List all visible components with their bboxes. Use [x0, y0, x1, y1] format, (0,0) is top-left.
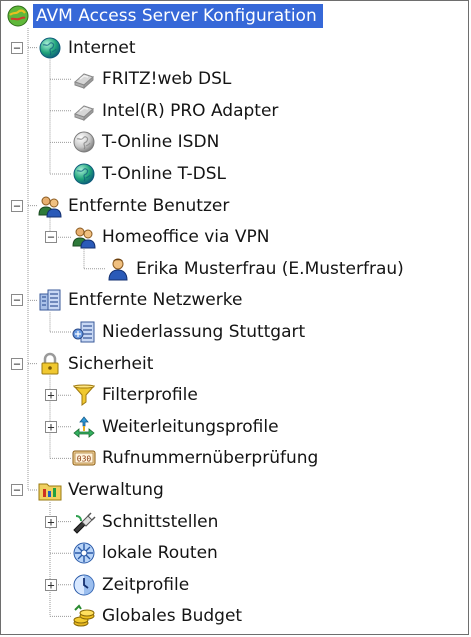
tree-node-label[interactable]: Niederlassung Stuttgart [99, 320, 308, 344]
tree-node-t-online-isdn[interactable]: T-Online ISDN [1, 127, 468, 157]
tree-node-label[interactable]: Internet [65, 36, 139, 60]
config-tree[interactable]: AVM Access Server Konfiguration − Interne… [0, 0, 469, 635]
collapse-toggle[interactable]: − [11, 199, 23, 212]
interfaces-icon [72, 510, 96, 534]
tree-node-zeitprofile[interactable]: + Zeitprofile [1, 570, 468, 600]
tree-node-label[interactable]: Zeitprofile [99, 573, 192, 597]
tree-node-t-online-t-dsl[interactable]: T-Online T-DSL [1, 159, 468, 189]
tree-node-label[interactable]: T-Online T-DSL [99, 162, 229, 186]
tree-node-label[interactable]: Rufnummernüberprüfung [99, 446, 321, 470]
users-icon [38, 194, 62, 218]
buildings-icon [38, 288, 62, 312]
time-profile-icon [72, 573, 96, 597]
tree-node-erika-musterfrau-e-musterfrau[interactable]: Erika Musterfrau (E.Musterfrau) [1, 254, 468, 284]
tree-node-label[interactable]: Erika Musterfrau (E.Musterfrau) [133, 257, 407, 281]
tree-node-label[interactable]: Homeoffice via VPN [99, 225, 272, 249]
tree-node-label[interactable]: Verwaltung [65, 478, 167, 502]
tree-node-label[interactable]: FRITZ!web DSL [99, 67, 234, 91]
tree-node-niederlassung-stuttgart[interactable]: Niederlassung Stuttgart [1, 317, 468, 347]
tree-node-filterprofile[interactable]: + Filterprofile [1, 380, 468, 410]
tree-node-entfernte-benutzer[interactable]: − Entfernte Benutzer [1, 191, 468, 221]
tree-node-entfernte-netzwerke[interactable]: − Entfernte Netzwerke [1, 285, 468, 315]
tree-node-intel-r-pro-adapter[interactable]: Intel(R) PRO Adapter [1, 96, 468, 126]
expand-toggle[interactable]: + [45, 515, 57, 528]
globe-icon [38, 36, 62, 60]
tree-node-label[interactable]: Schnittstellen [99, 510, 221, 534]
tree-node-rufnummernüberprüfung[interactable]: 030 Rufnummernüberprüfung [1, 443, 468, 473]
routes-icon [72, 541, 96, 565]
globe-icon [72, 162, 96, 186]
tree-node-fritz-web-dsl[interactable]: FRITZ!web DSL [1, 64, 468, 94]
collapse-toggle[interactable]: − [45, 231, 57, 244]
collapse-toggle[interactable]: − [11, 294, 23, 307]
tree-node-homeoffice-via-vpn[interactable]: − Homeoffice via VPN [1, 222, 468, 252]
tree-node-lokale-routen[interactable]: lokale Routen [1, 538, 468, 568]
tree-node-label[interactable]: Intel(R) PRO Adapter [99, 99, 281, 123]
filter-funnel-icon [72, 383, 96, 407]
forwarding-arrows-icon [72, 415, 96, 439]
network-adapter-gray-icon [72, 67, 96, 91]
admin-folder-icon [38, 478, 62, 502]
tree-node-schnittstellen[interactable]: + Schnittstellen [1, 507, 468, 537]
tree-node-label[interactable]: Filterprofile [99, 383, 201, 407]
avm-globe-icon [6, 4, 30, 28]
users-icon [72, 225, 96, 249]
tree-node-label[interactable]: lokale Routen [99, 541, 221, 565]
svg-text:030: 030 [77, 455, 92, 464]
tree-node-label[interactable]: T-Online ISDN [99, 130, 222, 154]
expand-toggle[interactable]: + [45, 389, 57, 402]
phone-number-check-icon: 030 [72, 446, 96, 470]
tree-node-internet[interactable]: − Internet [1, 33, 468, 63]
tree-node-label[interactable]: Entfernte Benutzer [65, 194, 232, 218]
padlock-icon [38, 352, 62, 376]
tree-node-label[interactable]: AVM Access Server Konfiguration [33, 4, 323, 28]
globe-gray-icon [72, 130, 96, 154]
expand-toggle[interactable]: + [45, 578, 57, 591]
tree-node-label[interactable]: Globales Budget [99, 604, 245, 628]
tree-node-label[interactable]: Weiterleitungsprofile [99, 415, 282, 439]
building-icon [72, 320, 96, 344]
tree-node-sicherheit[interactable]: − Sicherheit [1, 349, 468, 379]
tree-node-globales-budget[interactable]: Globales Budget [1, 601, 468, 631]
collapse-toggle[interactable]: − [11, 484, 23, 496]
tree-node-weiterleitungsprofile[interactable]: + Weiterleitungsprofile [1, 412, 468, 442]
network-adapter-gray-icon [72, 99, 96, 123]
collapse-toggle[interactable]: − [11, 41, 23, 54]
budget-coins-icon [72, 604, 96, 628]
user-icon [106, 257, 130, 281]
tree-root[interactable]: AVM Access Server Konfiguration [1, 1, 468, 31]
tree-node-verwaltung[interactable]: − Verwaltung [1, 475, 468, 505]
expand-toggle[interactable]: + [45, 420, 57, 433]
tree-node-label[interactable]: Entfernte Netzwerke [65, 288, 245, 312]
collapse-toggle[interactable]: − [11, 357, 23, 370]
tree-node-label[interactable]: Sicherheit [65, 352, 156, 376]
